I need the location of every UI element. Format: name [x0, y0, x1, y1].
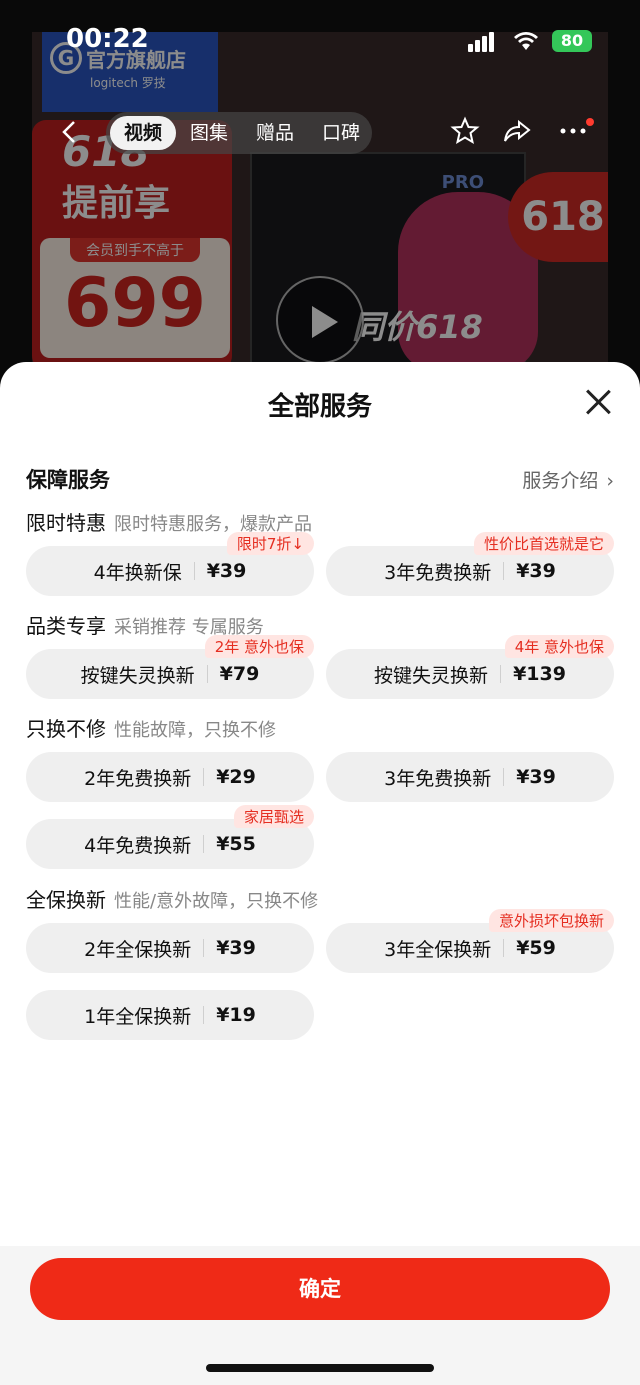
tab-gifts[interactable]: 赠品: [242, 116, 308, 150]
group-desc: 性能/意外故障，只换不修: [114, 891, 319, 912]
close-icon[interactable]: [584, 388, 612, 416]
dim-overlay[interactable]: [0, 0, 640, 400]
service-badge: 性价比首选就是它: [473, 532, 614, 555]
chevron-right-icon: ›: [606, 470, 614, 492]
service-intro-link[interactable]: 服务介绍 ›: [522, 466, 614, 493]
service-badge: 2年 意外也保: [204, 635, 314, 658]
service-badge: 4年 意外也保: [504, 635, 614, 658]
service-price: ¥55: [216, 833, 256, 855]
wifi-icon: [512, 30, 540, 54]
group-title-label: 只换不修: [26, 717, 106, 741]
service-option[interactable]: 3年免费换新 ¥39 性价比首选就是它: [326, 532, 614, 596]
media-tabs: 视频 图集 赠品 口碑: [106, 112, 372, 154]
divider: [193, 562, 195, 580]
back-chevron-icon[interactable]: [56, 118, 84, 146]
sheet-footer: 确定: [0, 1246, 640, 1385]
service-badge: 限时7折↓: [226, 532, 314, 555]
tab-gallery[interactable]: 图集: [176, 116, 242, 150]
favorite-star-icon[interactable]: [450, 116, 480, 153]
group-desc: 性能故障，只换不修: [114, 720, 276, 741]
status-time: 00:22: [66, 24, 149, 54]
service-option[interactable]: 2年免费换新 ¥29: [26, 752, 314, 802]
service-name: 按键失灵换新: [80, 664, 195, 687]
tab-video[interactable]: 视频: [110, 116, 177, 150]
tab-reviews[interactable]: 口碑: [308, 116, 374, 150]
divider: [206, 665, 208, 683]
service-badge: 家居甄选: [233, 805, 314, 828]
battery-level: 80: [560, 31, 584, 50]
service-name: 1年全保换新: [84, 1005, 192, 1028]
divider: [503, 768, 505, 786]
service-price: ¥39: [516, 560, 556, 582]
all-services-sheet: 全部服务 保障服务 服务介绍 › 限时特惠 限时特惠服务，爆款产品 4年换新保 ¥39…: [0, 362, 640, 1385]
service-option[interactable]: 1年全保换新 ¥19: [26, 990, 314, 1040]
service-price: ¥39: [216, 937, 256, 959]
home-indicator[interactable]: [206, 1364, 434, 1372]
service-name: 按键失灵换新: [374, 664, 489, 687]
service-price: ¥79: [219, 663, 260, 685]
service-name: 2年免费换新: [84, 767, 192, 790]
divider: [203, 1006, 205, 1024]
confirm-button[interactable]: 确定: [30, 1258, 610, 1320]
service-name: 3年免费换新: [384, 767, 492, 790]
notification-dot: [586, 118, 594, 126]
service-option[interactable]: 3年全保换新 ¥59 意外损坏包换新: [326, 909, 614, 973]
service-name: 4年免费换新: [84, 834, 192, 857]
service-option[interactable]: 2年全保换新 ¥39: [26, 923, 314, 973]
service-name: 2年全保换新: [84, 938, 192, 961]
cellular-signal-icon: [468, 32, 496, 52]
group-title-label: 限时特惠: [26, 511, 106, 535]
service-name: 3年全保换新: [384, 938, 492, 961]
service-option[interactable]: 按键失灵换新 ¥139 4年 意外也保: [326, 635, 614, 699]
service-badge: 意外损坏包换新: [488, 909, 614, 932]
divider: [203, 768, 205, 786]
sheet-title: 全部服务: [267, 392, 372, 422]
divider: [203, 939, 205, 957]
service-option[interactable]: 4年换新保 ¥39 限时7折↓: [26, 532, 314, 596]
more-icon[interactable]: [558, 116, 588, 153]
section-title: 保障服务: [26, 468, 110, 492]
service-price: ¥39: [516, 766, 556, 788]
service-option[interactable]: 3年免费换新 ¥39: [326, 752, 614, 802]
service-price: ¥139: [513, 663, 566, 685]
group-title-replace-only: 只换不修 性能故障，只换不修: [26, 713, 276, 742]
divider: [503, 562, 505, 580]
service-price: ¥29: [216, 766, 256, 788]
divider: [500, 665, 502, 683]
service-name: 3年免费换新: [384, 561, 492, 584]
service-name: 4年换新保: [93, 561, 182, 584]
group-title-label: 品类专享: [26, 614, 106, 638]
product-top-nav: 视频 图集 赠品 口碑: [0, 112, 640, 156]
service-option[interactable]: 4年免费换新 ¥55 家居甄选: [26, 805, 314, 869]
service-option[interactable]: 按键失灵换新 ¥79 2年 意外也保: [26, 635, 314, 699]
group-title-full-protection: 全保换新 性能/意外故障，只换不修: [26, 884, 318, 913]
service-price: ¥59: [516, 937, 556, 959]
divider: [203, 835, 205, 853]
battery-icon: 80: [552, 30, 592, 52]
service-price: ¥19: [216, 1004, 256, 1026]
service-price: ¥39: [206, 560, 247, 582]
status-bar: 00:22 80: [0, 24, 640, 60]
group-title-label: 全保换新: [26, 888, 106, 912]
service-intro-label: 服务介绍: [522, 470, 599, 492]
divider: [503, 939, 505, 957]
share-icon[interactable]: [502, 116, 532, 153]
